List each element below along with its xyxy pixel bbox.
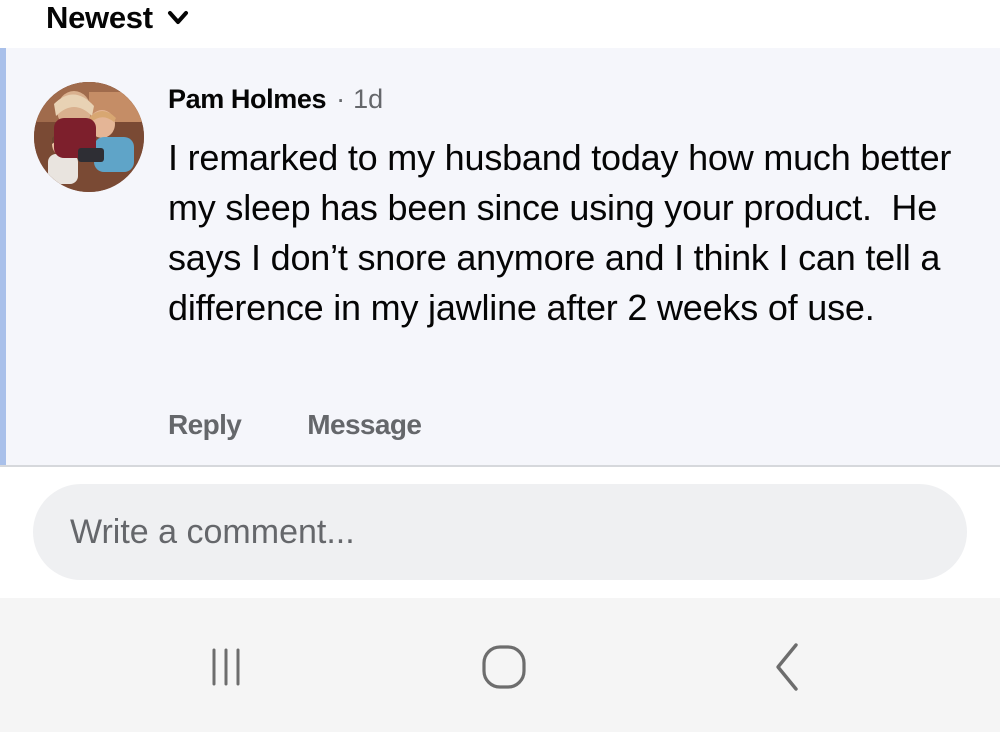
comment-composer-area (0, 467, 1000, 598)
recent-apps-icon (212, 648, 240, 686)
sort-dropdown[interactable]: Newest (46, 0, 189, 36)
comment-text: I remarked to my husband today how much … (168, 137, 962, 328)
comment-item: Pam Holmes · 1d I remarked to my husband… (0, 48, 1000, 466)
home-icon (482, 645, 526, 689)
home-button[interactable] (474, 642, 534, 692)
sort-bar: Newest (0, 0, 1000, 48)
comment-meta: Pam Holmes · 1d (168, 82, 383, 116)
comment-composer[interactable] (33, 484, 967, 580)
comment-actions: Reply Message (168, 405, 422, 445)
highlight-bar (0, 48, 6, 466)
avatar[interactable] (34, 82, 144, 192)
system-navigation-bar (0, 598, 1000, 732)
reply-button[interactable]: Reply (168, 409, 242, 441)
avatar-photo (34, 82, 144, 192)
comment-input[interactable] (68, 511, 932, 553)
comment-timestamp[interactable]: 1d (353, 84, 383, 115)
comments-screen: Newest Pam Holmes · 1d I remarked to my … (0, 0, 1000, 732)
chevron-down-icon (167, 11, 188, 24)
author-name[interactable]: Pam Holmes (168, 84, 326, 115)
recent-apps-button[interactable] (196, 642, 256, 692)
back-icon (776, 643, 798, 691)
message-button[interactable]: Message (307, 409, 422, 441)
sort-label: Newest (46, 0, 153, 35)
back-button[interactable] (756, 642, 816, 692)
meta-separator: · (336, 83, 346, 114)
